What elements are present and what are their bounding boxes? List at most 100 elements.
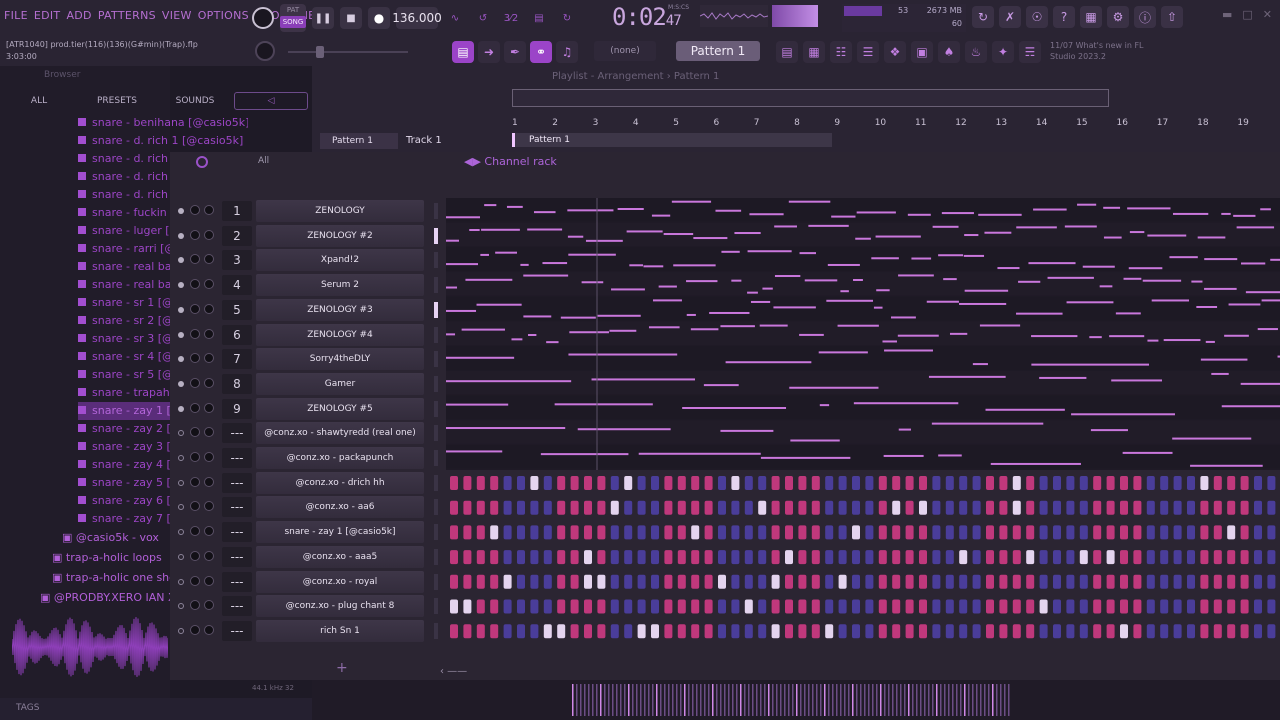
menu-options[interactable]: OPTIONS: [198, 9, 249, 22]
pattern-clip[interactable]: Pattern 1: [512, 133, 832, 147]
step-button[interactable]: [490, 550, 499, 565]
step-button[interactable]: [811, 500, 820, 515]
channel-volume-knob[interactable]: [204, 476, 214, 487]
channel-volume-knob[interactable]: [204, 254, 214, 265]
step-button[interactable]: [798, 525, 807, 540]
browser-tab-sounds[interactable]: SOUNDS: [156, 92, 234, 110]
brush-icon[interactable]: ✒: [504, 41, 526, 63]
step-button[interactable]: [637, 476, 646, 490]
step-button[interactable]: [584, 525, 592, 540]
step-button[interactable]: [798, 599, 807, 614]
step-button[interactable]: [1173, 525, 1182, 540]
step-button[interactable]: [517, 624, 525, 639]
step-button[interactable]: [1012, 599, 1021, 614]
help-icon[interactable]: ?: [1053, 6, 1075, 28]
channel-mixer-track[interactable]: ---: [222, 497, 252, 518]
step-button[interactable]: [677, 500, 686, 515]
step-button[interactable]: [878, 624, 887, 639]
step-button[interactable]: [1254, 574, 1262, 589]
step-button[interactable]: [570, 500, 579, 515]
step-button[interactable]: [1267, 500, 1276, 515]
step-button[interactable]: [852, 476, 860, 490]
step-button[interactable]: [517, 574, 525, 589]
microphone-icon[interactable]: ☉: [1026, 6, 1048, 28]
step-button[interactable]: [1146, 624, 1155, 639]
step-button[interactable]: [637, 500, 646, 515]
step-button[interactable]: [771, 500, 780, 515]
step-button[interactable]: [852, 599, 860, 614]
step-button[interactable]: [744, 599, 753, 614]
menu-patterns[interactable]: PATTERNS: [98, 9, 156, 22]
step-button[interactable]: [825, 550, 834, 565]
step-button[interactable]: [945, 574, 954, 589]
step-button[interactable]: [986, 599, 994, 614]
wand-icon[interactable]: ✦: [992, 41, 1014, 63]
step-button[interactable]: [1240, 500, 1249, 515]
step-button[interactable]: [664, 624, 673, 639]
step-button[interactable]: [517, 599, 525, 614]
step-button[interactable]: [838, 550, 847, 565]
step-button[interactable]: [811, 525, 820, 540]
step-button[interactable]: [919, 550, 927, 565]
step-button[interactable]: [1173, 599, 1182, 614]
step-button[interactable]: [503, 624, 512, 639]
step-button[interactable]: [1066, 550, 1075, 565]
step-button[interactable]: [490, 624, 499, 639]
step-button[interactable]: [691, 476, 700, 490]
countdown-icon[interactable]: ↻: [556, 7, 578, 29]
step-button[interactable]: [758, 500, 767, 515]
channel-select-indicator[interactable]: [434, 548, 438, 565]
step-button[interactable]: [677, 550, 686, 565]
step-button[interactable]: [905, 574, 914, 589]
step-button[interactable]: [771, 550, 780, 565]
blend-notes-icon[interactable]: ▤: [528, 7, 550, 29]
step-button[interactable]: [691, 500, 700, 515]
step-button[interactable]: [530, 574, 539, 589]
routing-icon[interactable]: ❖: [884, 41, 906, 63]
channel-mute-led[interactable]: [178, 405, 184, 412]
step-button[interactable]: [865, 624, 874, 639]
step-button[interactable]: [517, 550, 525, 565]
step-button[interactable]: [476, 525, 485, 540]
menu-view[interactable]: VIEW: [162, 9, 192, 22]
step-button[interactable]: [543, 574, 552, 589]
step-button[interactable]: [1106, 599, 1115, 614]
channel-volume-knob[interactable]: [204, 624, 214, 635]
channel-pan-knob[interactable]: [190, 501, 200, 512]
step-button[interactable]: [1039, 574, 1048, 589]
step-button[interactable]: [624, 500, 633, 515]
step-button[interactable]: [798, 574, 807, 589]
step-button[interactable]: [1053, 525, 1061, 540]
link-icon[interactable]: ⚭: [530, 41, 552, 63]
step-button[interactable]: [785, 500, 793, 515]
step-button[interactable]: [919, 476, 927, 490]
channel-name-button[interactable]: ZENOLOGY: [256, 200, 424, 222]
step-button[interactable]: [1160, 525, 1169, 540]
step-button[interactable]: [1026, 525, 1035, 540]
folder-icon[interactable]: ▣: [911, 41, 933, 63]
step-button[interactable]: [1160, 624, 1169, 639]
channel-mixer-track[interactable]: ---: [222, 448, 252, 468]
step-button[interactable]: [530, 476, 539, 490]
step-button[interactable]: [450, 599, 458, 614]
step-button[interactable]: [1240, 624, 1249, 639]
step-button[interactable]: [1160, 574, 1169, 589]
loop-record-icon[interactable]: ↺: [472, 7, 494, 29]
channel-select-indicator[interactable]: [434, 573, 438, 590]
step-button[interactable]: [785, 599, 793, 614]
channel-mixer-track[interactable]: ---: [222, 423, 252, 444]
channel-name-button[interactable]: Sorry4theDLY: [256, 348, 424, 371]
step-button[interactable]: [1079, 500, 1088, 515]
step-button[interactable]: [597, 500, 606, 515]
step-button[interactable]: [1187, 476, 1195, 490]
step-button[interactable]: [651, 476, 659, 490]
step-button[interactable]: [1066, 574, 1075, 589]
step-button[interactable]: [664, 500, 673, 515]
channel-mute-led[interactable]: [178, 529, 184, 536]
step-button[interactable]: [664, 550, 673, 565]
step-button[interactable]: [785, 476, 793, 490]
browser-file-item[interactable]: snare - benihana [@casio5k]: [78, 114, 248, 132]
channel-rack-options-icon[interactable]: [196, 156, 208, 168]
step-button[interactable]: [1146, 550, 1155, 565]
channel-volume-knob[interactable]: [204, 205, 214, 215]
